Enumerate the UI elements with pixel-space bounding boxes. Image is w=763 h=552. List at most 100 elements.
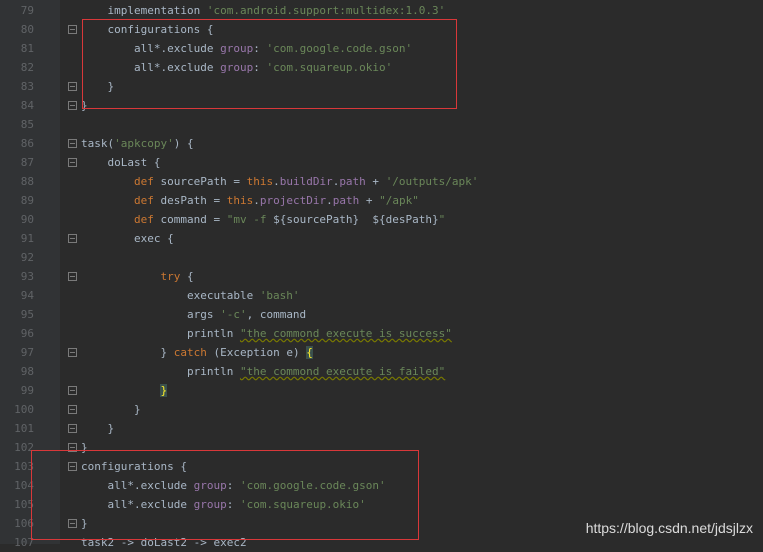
code-token: path: [339, 175, 366, 188]
line-number: 84: [20, 99, 34, 112]
fold-toggle-icon[interactable]: [68, 405, 77, 414]
code-line[interactable]: 92: [0, 248, 763, 267]
code-line[interactable]: 91 exec {: [0, 229, 763, 248]
code-token: def: [133, 175, 161, 188]
code-token: group: [193, 479, 227, 492]
fold-toggle-icon[interactable]: [68, 158, 77, 167]
code-line[interactable]: 98 println "the commond execute is faile…: [0, 362, 763, 381]
code-line[interactable]: 96 println "the commond execute is succe…: [0, 324, 763, 343]
code-line[interactable]: 88 def sourcePath = this.buildDir.path +…: [0, 172, 763, 191]
code-token: }: [81, 99, 88, 112]
code-token: 'apkcopy': [114, 137, 174, 150]
code-text: configurations {: [81, 20, 213, 39]
code-text: executable 'bash': [81, 286, 300, 305]
line-number: 87: [20, 156, 34, 169]
code-text: all*.exclude group: 'com.squareup.okio': [81, 495, 365, 514]
code-token: :: [226, 479, 240, 492]
line-number: 91: [20, 232, 34, 245]
code-line[interactable]: 99 }: [0, 381, 763, 400]
code-line[interactable]: 87 doLast {: [0, 153, 763, 172]
code-text: task('apkcopy') {: [81, 134, 194, 153]
code-token: :: [253, 42, 267, 55]
code-token: }: [81, 403, 141, 416]
code-text: }: [81, 77, 114, 96]
code-token: {: [306, 346, 313, 359]
code-line[interactable]: 84}: [0, 96, 763, 115]
fold-toggle-icon[interactable]: [68, 234, 77, 243]
code-text: }: [81, 381, 168, 400]
code-token: "the commond execute is success": [239, 327, 452, 340]
code-line[interactable]: 100 }: [0, 400, 763, 419]
fold-toggle-icon[interactable]: [68, 82, 77, 91]
fold-toggle-icon[interactable]: [68, 386, 77, 395]
code-line[interactable]: 104 all*.exclude group: 'com.google.code…: [0, 476, 763, 495]
code-token: }: [81, 346, 174, 359]
code-token: ) {: [173, 137, 194, 150]
code-line[interactable]: 85: [0, 115, 763, 134]
code-text: exec {: [81, 229, 174, 248]
fold-toggle-icon[interactable]: [68, 424, 77, 433]
code-line[interactable]: 101 }: [0, 419, 763, 438]
code-token: '-c': [220, 308, 247, 321]
code-line[interactable]: 86 task('apkcopy') {: [0, 134, 763, 153]
code-token: all*.exclude: [81, 61, 221, 74]
fold-toggle-icon[interactable]: [68, 139, 77, 148]
code-text: try {: [81, 267, 194, 286]
code-token: (Exception e): [213, 346, 307, 359]
code-line[interactable]: 89 def desPath = this.projectDir.path + …: [0, 191, 763, 210]
code-token: def: [133, 194, 161, 207]
watermark-url: https://blog.csdn.net/jdsjlzx: [585, 520, 753, 536]
code-line[interactable]: 93 try {: [0, 267, 763, 286]
code-line[interactable]: 103 configurations {: [0, 457, 763, 476]
code-line[interactable]: 105 all*.exclude group: 'com.squareup.ok…: [0, 495, 763, 514]
code-line[interactable]: 95 args '-c', command: [0, 305, 763, 324]
code-line[interactable]: 102}: [0, 438, 763, 457]
code-text: }: [81, 96, 88, 115]
fold-toggle-icon[interactable]: [68, 462, 77, 471]
code-token: all*.exclude: [81, 498, 194, 511]
line-number: 79: [20, 4, 34, 17]
code-line[interactable]: 82 all*.exclude group: 'com.squareup.oki…: [0, 58, 763, 77]
code-line[interactable]: 97 } catch (Exception e) {: [0, 343, 763, 362]
code-text: println "the commond execute is success": [81, 324, 452, 343]
fold-toggle-icon[interactable]: [68, 443, 77, 452]
code-line[interactable]: 90 def command = "mv -f ${sourcePath} ${…: [0, 210, 763, 229]
code-token: task2 -> doLast2 -> exec2: [81, 536, 247, 549]
code-line[interactable]: 83 }: [0, 77, 763, 96]
code-line[interactable]: 80 configurations {: [0, 20, 763, 39]
code-token: sourcePath =: [160, 175, 247, 188]
code-token: {: [186, 270, 194, 283]
code-token: }: [81, 441, 88, 454]
fold-toggle-icon[interactable]: [68, 348, 77, 357]
fold-toggle-icon[interactable]: [68, 272, 77, 281]
code-text: doLast {: [81, 153, 160, 172]
code-line[interactable]: 81 all*.exclude group: 'com.google.code.…: [0, 39, 763, 58]
code-text: implementation 'com.android.support:mult…: [81, 1, 445, 20]
code-token: "the commond execute is failed": [239, 365, 446, 378]
code-line[interactable]: 94 executable 'bash': [0, 286, 763, 305]
code-token: +: [359, 194, 380, 207]
code-token: implementation: [81, 4, 207, 17]
code-token: catch: [173, 346, 214, 359]
code-token: .: [253, 194, 260, 207]
fold-toggle-icon[interactable]: [68, 101, 77, 110]
fold-toggle-icon[interactable]: [68, 519, 77, 528]
code-token: task(: [81, 137, 115, 150]
line-number: 94: [20, 289, 34, 302]
code-token: :: [226, 498, 240, 511]
code-line[interactable]: 79 implementation 'com.android.support:m…: [0, 1, 763, 20]
code-token: 'com.squareup.okio': [266, 61, 393, 74]
code-token: 'com.google.code.gson': [266, 42, 413, 55]
code-text: } catch (Exception e) {: [81, 343, 313, 362]
line-number: 81: [20, 42, 34, 55]
fold-toggle-icon[interactable]: [68, 25, 77, 34]
line-number: 80: [20, 23, 34, 36]
code-token: try: [160, 270, 187, 283]
line-number: 86: [20, 137, 34, 150]
code-token: this: [226, 194, 254, 207]
